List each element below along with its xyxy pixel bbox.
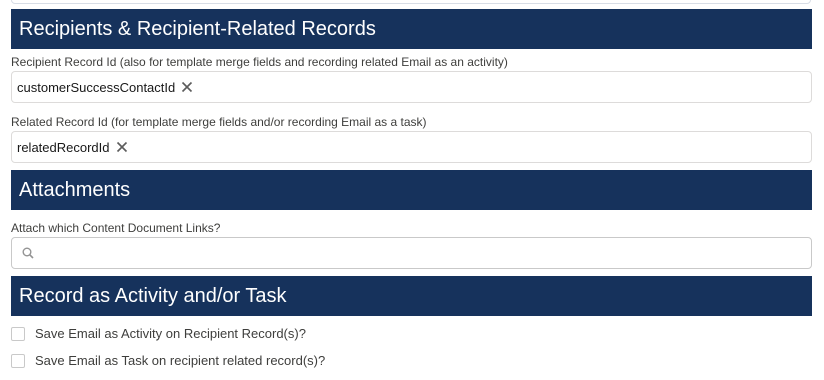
save-as-task-label: Save Email as Task on recipient related …	[35, 353, 326, 368]
recipients-section-title: Recipients & Recipient-Related Records	[19, 18, 376, 40]
content-document-links-input[interactable]	[40, 238, 811, 268]
save-as-task-checkbox[interactable]	[11, 353, 25, 368]
related-record-id-pill: relatedRecordId	[17, 140, 128, 155]
recipients-section-header: Recipients & Recipient-Related Records	[11, 9, 812, 49]
save-as-activity-checkbox[interactable]	[11, 326, 25, 341]
content-document-links-label: Attach which Content Document Links?	[11, 221, 221, 235]
recipient-record-id-label: Recipient Record Id (also for template m…	[11, 55, 508, 69]
attachments-section-title: Attachments	[19, 179, 131, 201]
save-as-task-option[interactable]: Save Email as Task on recipient related …	[11, 353, 325, 368]
attachments-section-header: Attachments	[11, 170, 812, 210]
content-document-links-search[interactable]	[11, 237, 812, 269]
close-icon[interactable]	[181, 81, 193, 93]
close-icon[interactable]	[116, 141, 128, 153]
search-icon	[22, 247, 34, 259]
recipient-record-id-value: customerSuccessContactId	[17, 79, 176, 95]
save-as-activity-label: Save Email as Activity on Recipient Reco…	[35, 326, 306, 341]
previous-card-edge	[11, 0, 811, 4]
related-record-id-label: Related Record Id (for template merge fi…	[11, 115, 427, 129]
recipient-record-id-field[interactable]: customerSuccessContactId	[11, 71, 812, 103]
record-activity-section-title: Record as Activity and/or Task	[19, 285, 287, 307]
save-as-activity-option[interactable]: Save Email as Activity on Recipient Reco…	[11, 326, 306, 341]
recipient-record-id-pill: customerSuccessContactId	[17, 80, 193, 95]
related-record-id-field[interactable]: relatedRecordId	[11, 131, 812, 163]
related-record-id-value: relatedRecordId	[17, 139, 110, 155]
record-activity-section-header: Record as Activity and/or Task	[11, 276, 812, 316]
flow-builder-form: Recipients & Recipient-Related Records R…	[0, 0, 824, 380]
